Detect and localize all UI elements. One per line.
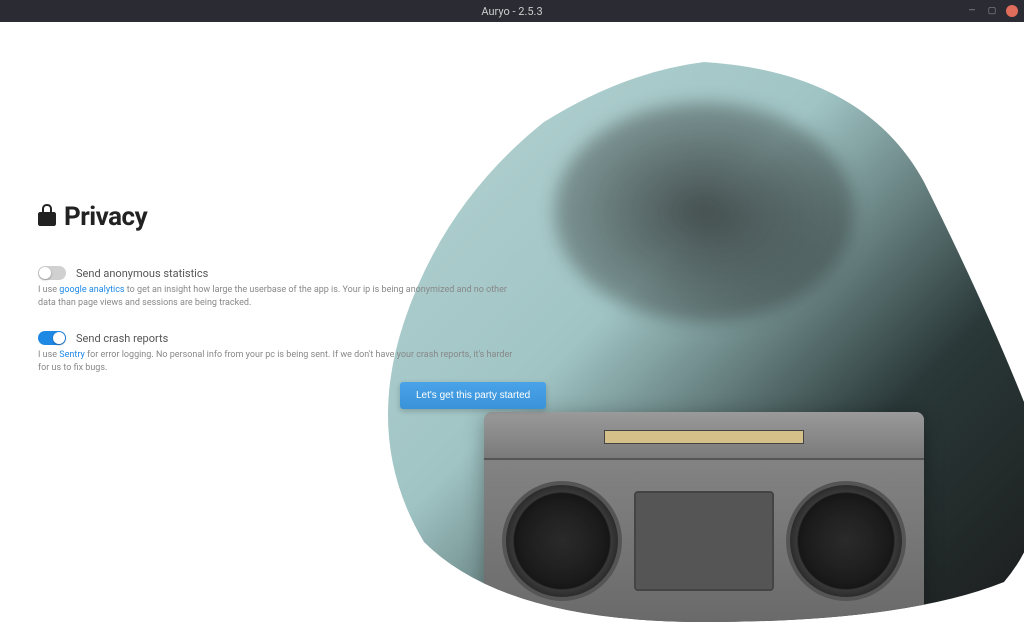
boombox-image: [484, 412, 924, 622]
close-button[interactable]: [1006, 5, 1018, 17]
boombox-speaker-right: [786, 481, 906, 601]
page-heading: Privacy: [38, 202, 518, 232]
page-title: Privacy: [64, 202, 147, 232]
setting-label-stats: Send anonymous statistics: [76, 267, 208, 280]
link-sentry[interactable]: Sentry: [59, 350, 84, 360]
privacy-panel: Privacy Send anonymous statistics I use …: [38, 202, 518, 396]
window-title: Auryo - 2.5.3: [481, 5, 542, 18]
toggle-anonymous-stats[interactable]: [38, 266, 66, 280]
link-google-analytics[interactable]: google analytics: [59, 285, 124, 295]
minimize-button[interactable]: —: [966, 5, 978, 17]
continue-button[interactable]: Let's get this party started: [400, 382, 546, 409]
boombox-tape-deck: [634, 491, 774, 591]
content-area: Privacy Send anonymous statistics I use …: [0, 22, 1024, 561]
titlebar: Auryo - 2.5.3 — ▢: [0, 0, 1024, 22]
setting-crash-reports: Send crash reports I use Sentry for erro…: [38, 331, 518, 374]
window-controls: — ▢: [966, 5, 1018, 17]
boombox-speaker-left: [502, 481, 622, 601]
setting-label-crash: Send crash reports: [76, 332, 168, 345]
person-silhouette: [554, 102, 854, 322]
lock-icon: [38, 204, 56, 231]
maximize-button[interactable]: ▢: [986, 5, 998, 17]
setting-desc-crash: I use Sentry for error logging. No perso…: [38, 349, 518, 374]
toggle-knob: [39, 267, 51, 279]
setting-anonymous-stats: Send anonymous statistics I use google a…: [38, 266, 518, 309]
setting-desc-stats: I use google analytics to get an insight…: [38, 284, 518, 309]
boombox-tuner: [604, 430, 804, 444]
toggle-knob: [53, 332, 65, 344]
toggle-crash-reports[interactable]: [38, 331, 66, 345]
